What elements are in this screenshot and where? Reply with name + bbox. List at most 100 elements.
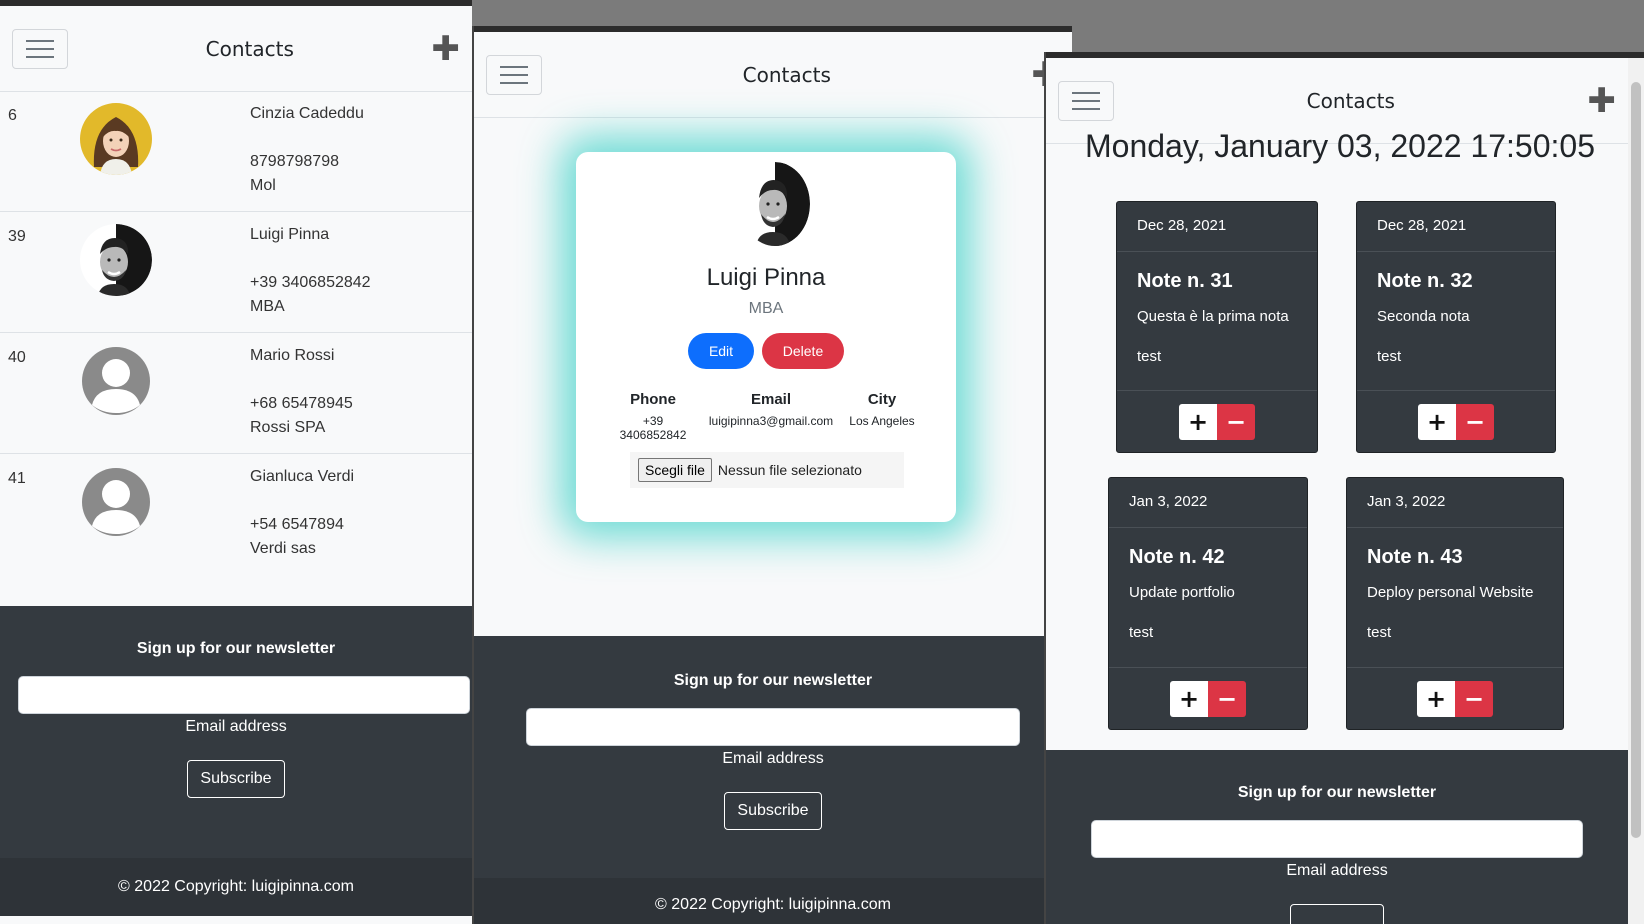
- note-plus-button[interactable]: +: [1418, 403, 1456, 440]
- page-title: Contacts: [1306, 88, 1395, 113]
- profile-name: Luigi Pinna: [706, 264, 826, 291]
- note-minus-button[interactable]: −: [1217, 403, 1255, 440]
- note-card: Jan 3, 2022 Note n. 42 Update portfolio …: [1108, 477, 1308, 730]
- newsletter-email-input[interactable]: [18, 676, 470, 714]
- man-photo-icon: [740, 162, 810, 246]
- note-actions: + −: [1347, 667, 1563, 729]
- note-actions: + −: [1117, 390, 1317, 452]
- menu-toggle-button[interactable]: [12, 28, 68, 69]
- note-body: Seconda nota: [1377, 308, 1470, 325]
- contact-row[interactable]: 6 Cinzia Cadeddu 8798798798 Mol: [0, 91, 472, 212]
- edit-button[interactable]: Edit: [688, 333, 754, 369]
- add-contact-icon[interactable]: ✚: [431, 32, 460, 66]
- contact-avatar: [80, 345, 152, 417]
- contacts-list-window: Contacts ✚ 6 Cinzia Cadeddu 8798798798 M…: [0, 0, 472, 924]
- contact-company: MBA: [250, 298, 285, 315]
- subscribe-button[interactable]: Subscribe: [187, 760, 285, 798]
- note-plus-button[interactable]: +: [1179, 403, 1217, 440]
- copyright: © 2022 Copyright: luigipinna.com: [474, 878, 1072, 924]
- page-title: Contacts: [205, 36, 294, 61]
- note-title: Note n. 31: [1137, 270, 1233, 292]
- newsletter-footer: Sign up for our newsletter Email address…: [0, 606, 472, 858]
- man-photo-icon: [80, 224, 152, 296]
- phone-column: Phone +39 3406852842: [608, 391, 698, 442]
- contact-company: Rossi SPA: [250, 419, 326, 436]
- contact-avatar: [80, 103, 152, 175]
- note-title: Note n. 32: [1377, 270, 1473, 292]
- subscribe-button[interactable]: [1290, 904, 1384, 924]
- note-plus-button[interactable]: +: [1170, 680, 1208, 717]
- note-date: Dec 28, 2021: [1117, 202, 1317, 252]
- scrollbar-thumb[interactable]: [1631, 82, 1641, 838]
- contact-company: Mol: [250, 177, 276, 194]
- scrollbar[interactable]: [1628, 58, 1644, 924]
- email-address-label: Email address: [1286, 862, 1388, 879]
- menu-toggle-button[interactable]: [1058, 80, 1114, 121]
- contact-phone: +54 6547894: [250, 516, 344, 533]
- profile-card: Luigi Pinna MBA Edit Delete Phone +39 34…: [576, 152, 956, 522]
- subscribe-button[interactable]: Subscribe: [724, 792, 822, 830]
- phone-label: Phone: [630, 391, 676, 408]
- contact-phone: +68 65478945: [250, 395, 353, 412]
- city-label: City: [867, 391, 897, 408]
- contact-avatar: [80, 466, 152, 538]
- contact-row[interactable]: 40 Mario Rossi +68 65478945 Rossi SPA: [0, 333, 472, 454]
- newsletter-footer: Sign up for our newsletter Email address: [1046, 750, 1628, 924]
- newsletter-email-input[interactable]: [1091, 820, 1583, 858]
- contact-profile-window: Contacts ✚ Luigi Pinna MBA Edit Delete P…: [472, 26, 1072, 924]
- contact-id: 6: [8, 107, 17, 124]
- note-card: Jan 3, 2022 Note n. 43 Deploy personal W…: [1346, 477, 1564, 730]
- contact-name: Cinzia Cadeddu: [250, 105, 364, 122]
- default-avatar-icon: [82, 347, 150, 415]
- contact-name: Luigi Pinna: [250, 226, 330, 243]
- profile-company: MBA: [748, 300, 784, 317]
- add-contact-icon[interactable]: ✚: [1587, 84, 1616, 118]
- note-minus-button[interactable]: −: [1456, 403, 1494, 440]
- note-minus-button[interactable]: −: [1455, 680, 1493, 717]
- note-minus-button[interactable]: −: [1208, 680, 1246, 717]
- note-body: Questa è la prima nota: [1137, 308, 1289, 325]
- contact-id: 40: [8, 349, 26, 366]
- delete-button[interactable]: Delete: [762, 333, 844, 369]
- notes-window: Contacts ✚ Monday, January 03, 2022 17:5…: [1044, 52, 1644, 924]
- woman-photo-icon: [80, 103, 152, 175]
- newsletter-title: Sign up for our newsletter: [1237, 784, 1437, 801]
- contact-phone: +39 3406852842: [250, 274, 371, 291]
- city-value: Los Angeles: [849, 414, 915, 428]
- note-tag: test: [1129, 624, 1154, 641]
- contact-company: Verdi sas: [250, 540, 316, 557]
- note-date: Dec 28, 2021: [1357, 202, 1555, 252]
- menu-toggle-button[interactable]: [486, 54, 542, 95]
- email-address-label: Email address: [185, 718, 287, 735]
- note-title: Note n. 43: [1367, 546, 1463, 568]
- current-datetime: Monday, January 03, 2022 17:50:05: [1085, 128, 1595, 164]
- note-tag: test: [1377, 348, 1402, 365]
- note-body: Deploy personal Website: [1367, 584, 1534, 601]
- contact-phone: 8798798798: [250, 153, 339, 170]
- note-date: Jan 3, 2022: [1347, 478, 1563, 528]
- note-body: Update portfolio: [1129, 584, 1235, 601]
- note-date: Jan 3, 2022: [1109, 478, 1307, 528]
- email-label: Email: [750, 391, 792, 408]
- note-tag: test: [1367, 624, 1392, 641]
- newsletter-email-input[interactable]: [526, 708, 1020, 746]
- email-address-label: Email address: [722, 750, 824, 767]
- note-tag: test: [1137, 348, 1162, 365]
- note-card: Dec 28, 2021 Note n. 31 Questa è la prim…: [1116, 201, 1318, 453]
- default-avatar-icon: [82, 468, 150, 536]
- note-actions: + −: [1357, 390, 1555, 452]
- choose-file-button[interactable]: Scegli file: [638, 458, 712, 482]
- note-plus-button[interactable]: +: [1417, 680, 1455, 717]
- contact-row[interactable]: 39 Luigi Pinna +39 3406852842 MBA: [0, 212, 472, 333]
- copyright: © 2022 Copyright: luigipinna.com: [0, 858, 472, 916]
- navbar: Contacts ✚: [0, 6, 472, 92]
- newsletter-title: Sign up for our newsletter: [673, 672, 873, 689]
- contact-row[interactable]: 41 Gianluca Verdi +54 6547894 Verdi sas: [0, 454, 472, 575]
- phone-value: +39 3406852842: [619, 414, 687, 442]
- note-title: Note n. 42: [1129, 546, 1225, 568]
- file-upload: Scegli file Nessun file selezionato: [630, 452, 904, 488]
- file-status: Nessun file selezionato: [717, 462, 862, 478]
- newsletter-title: Sign up for our newsletter: [136, 640, 336, 657]
- contact-name: Mario Rossi: [250, 347, 335, 364]
- contact-name: Gianluca Verdi: [250, 468, 355, 485]
